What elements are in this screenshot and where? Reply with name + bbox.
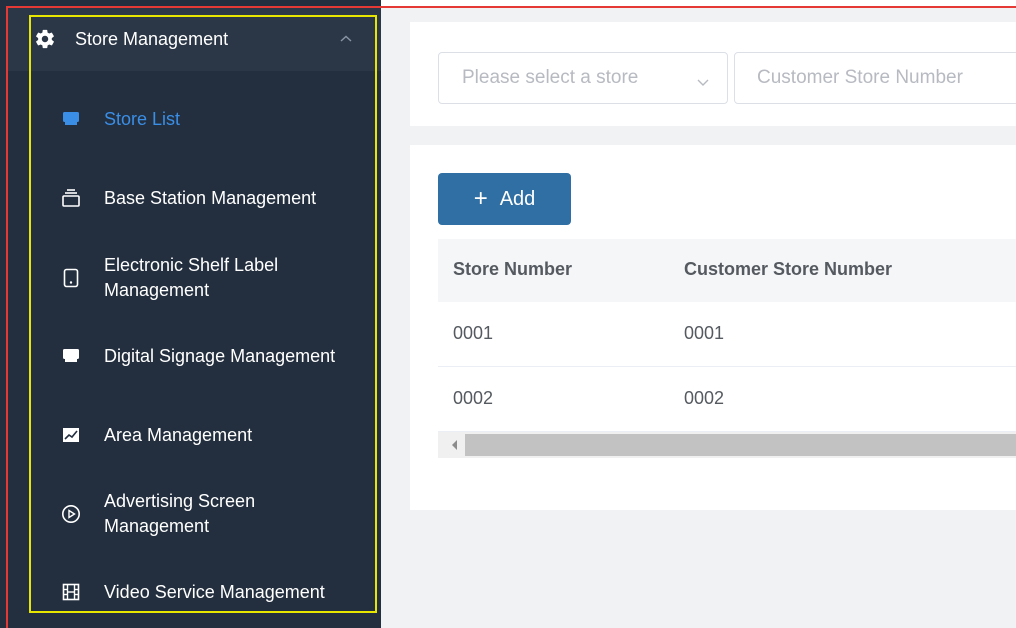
gear-icon xyxy=(34,28,56,50)
horizontal-scrollbar[interactable] xyxy=(438,432,1016,458)
sidebar-item-label: Video Service Management xyxy=(104,582,325,602)
plus-icon: + xyxy=(473,185,488,212)
scroll-left-arrow-icon[interactable] xyxy=(452,440,457,450)
sidebar-item-base-station[interactable]: Base Station Management xyxy=(8,184,381,214)
sidebar-item-label: Digital Signage Management xyxy=(104,346,336,366)
cell-store-number: 0001 xyxy=(453,323,494,343)
signage-icon xyxy=(61,346,81,366)
filter-card: Please select a store xyxy=(410,22,1016,126)
sidebar-item-area-management[interactable]: Area Management xyxy=(8,421,381,451)
table-row[interactable]: 0001 0001 xyxy=(438,302,1016,367)
add-button-label: Add xyxy=(499,187,536,210)
chevron-up-icon xyxy=(339,31,353,42)
film-icon xyxy=(61,582,81,602)
table-card: + Add Store Number Customer Store Number… xyxy=(410,145,1016,510)
sidebar-item-advertising-screen[interactable]: Advertising Screen Management xyxy=(8,489,381,541)
customer-store-number-field[interactable] xyxy=(734,52,1016,104)
sidebar-item-label: Electronic Shelf Label Management xyxy=(104,255,279,300)
sidebar-item-digital-signage[interactable]: Digital Signage Management xyxy=(8,342,381,372)
submenu-store-management[interactable]: Store Management xyxy=(8,8,381,71)
play-circle-icon xyxy=(61,504,81,524)
sidebar-item-label: Base Station Management xyxy=(104,188,317,208)
store-select[interactable]: Please select a store xyxy=(438,52,728,104)
main-content: Please select a store + Add Store Number… xyxy=(381,8,1016,628)
table-header: Store Number Customer Store Number xyxy=(438,239,1016,302)
scrollbar-thumb[interactable] xyxy=(465,434,1016,456)
sidebar-item-video-service[interactable]: Video Service Management xyxy=(8,578,381,608)
sidebar-item-store-list[interactable]: Store List xyxy=(8,105,381,135)
chevron-down-icon xyxy=(696,74,710,86)
store-icon xyxy=(61,109,81,129)
add-button[interactable]: + Add xyxy=(438,173,571,225)
sidebar-item-electronic-shelf-label[interactable]: Electronic Shelf Label Management xyxy=(8,253,381,305)
column-header-customer-store-number[interactable]: Customer Store Number xyxy=(684,259,892,280)
sidebar-item-label: Store List xyxy=(104,109,181,129)
cell-customer-store-number: 0002 xyxy=(684,388,725,408)
cell-store-number: 0002 xyxy=(453,388,494,408)
submenu-title-label: Store Management xyxy=(75,29,229,49)
sidebar: Store Management Store List Base Station… xyxy=(0,0,381,628)
column-header-store-number[interactable]: Store Number xyxy=(453,259,572,280)
cell-customer-store-number: 0001 xyxy=(684,323,725,343)
base-station-icon xyxy=(61,188,81,208)
store-select-placeholder: Please select a store xyxy=(462,67,639,88)
tablet-icon xyxy=(61,268,81,288)
table-row[interactable]: 0002 0002 xyxy=(438,367,1016,432)
chart-icon xyxy=(61,425,81,445)
customer-store-number-input[interactable] xyxy=(735,53,1016,103)
sidebar-item-label: Area Management xyxy=(104,425,253,445)
sidebar-item-label: Advertising Screen Management xyxy=(104,491,256,536)
